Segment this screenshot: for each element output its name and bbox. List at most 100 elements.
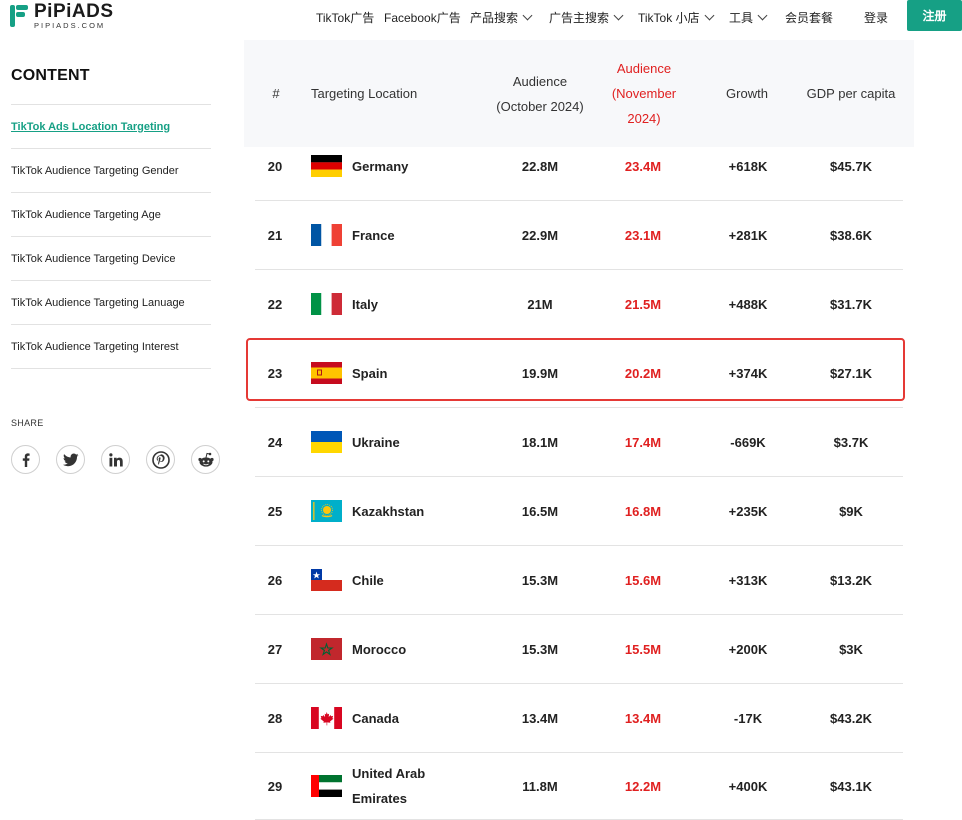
twitter-icon (62, 453, 78, 466)
france-flag-icon (311, 224, 342, 246)
germany-flag-icon (311, 155, 342, 177)
flag-cell (311, 408, 345, 476)
rank-cell: 26 (267, 572, 283, 588)
audience-october-cell: 15.3M (521, 572, 559, 588)
country-cell: Canada (352, 684, 482, 752)
country-name: France (352, 227, 395, 243)
sidebar-item[interactable]: TikTok Ads Location Targeting (11, 105, 211, 149)
logo-mark-icon (10, 3, 30, 29)
gdp-cell: $9K (839, 503, 863, 519)
sidebar-item[interactable]: TikTok Audience Targeting Age (11, 193, 211, 237)
growth-cell: +618K (728, 158, 768, 174)
growth-cell: +488K (728, 296, 768, 312)
rank-cell: 27 (267, 641, 283, 657)
flag-cell (311, 753, 345, 819)
italy-flag-icon (311, 293, 342, 315)
nav-item[interactable]: 广告主搜索 (549, 9, 624, 26)
nav-item[interactable]: 产品搜索 (470, 9, 533, 26)
audience-october-cell: 15.3M (521, 641, 559, 657)
sidebar-item[interactable]: TikTok Audience Targeting Lanuage (11, 281, 211, 325)
column-header-audience-october: Audience (October 2024) (484, 40, 596, 147)
country-name: Chile (352, 572, 384, 588)
reddit-share-button[interactable] (191, 445, 220, 474)
audience-october-cell: 22.9M (521, 227, 559, 243)
growth-cell: +281K (728, 227, 768, 243)
pinterest-icon (151, 450, 170, 469)
flag-cell (311, 615, 345, 683)
chevron-down-icon (757, 10, 768, 20)
country-cell: Germany (352, 132, 482, 200)
uae-flag-icon (311, 775, 342, 797)
flag-cell (311, 132, 345, 200)
country-name: Germany (352, 158, 409, 174)
column-header-location: Targeting Location (311, 86, 418, 101)
nav-item-label: 登录 (864, 10, 889, 25)
nav-item-label: 广告主搜索 (549, 10, 610, 25)
sidebar-title: CONTENT (11, 67, 90, 84)
linkedin-icon (108, 452, 123, 466)
table-row: 29 United Arab Emirates 11.8M 12.2M +400K $43.… (255, 753, 903, 820)
header-audience-text: Audience (512, 73, 568, 89)
table-row: 24 Ukraine 18.1M 17.4M -669K $3.7K (255, 408, 903, 477)
header-october-text: (October 2024) (496, 98, 584, 114)
country-name: Italy (352, 296, 379, 312)
kazakhstan-flag-icon (311, 500, 342, 522)
table-row: 27 Morocco 15.3M 15.5M +200K $3K (255, 615, 903, 684)
nav-item-label: Facebook广告 (384, 10, 461, 25)
nav-item-label: TikTok 小店 (638, 10, 700, 25)
sidebar-item[interactable]: TikTok Audience Targeting Interest (11, 325, 211, 369)
gdp-cell: $45.7K (830, 158, 872, 174)
country-cell: Italy (352, 270, 482, 338)
table-of-contents: TikTok Ads Location Targeting TikTok Audi… (11, 104, 211, 369)
nav-item[interactable]: 登录 (864, 9, 888, 26)
audience-october-cell: 21M (527, 296, 553, 312)
nav-item[interactable]: TikTok广告 (316, 9, 374, 26)
column-header-audience-november: Audience (November 2024) (594, 40, 694, 147)
share-label: SHARE (11, 418, 44, 428)
table-row: 20 Germany 22.8M 23.4M +618K $45.7K (255, 132, 903, 201)
gdp-cell: $43.1K (830, 778, 872, 794)
chevron-down-icon (704, 10, 715, 20)
country-name-line: Emirates (352, 791, 407, 806)
nav-item-label: 工具 (729, 10, 754, 25)
chile-flag-icon (311, 569, 342, 591)
rank-cell: 21 (267, 227, 283, 243)
audience-october-cell: 13.4M (521, 710, 559, 726)
growth-cell: +400K (728, 778, 768, 794)
nav-item[interactable]: TikTok 小店 (638, 9, 715, 26)
growth-cell: -17K (733, 710, 763, 726)
audience-october-cell: 22.8M (521, 158, 559, 174)
rank-cell: 20 (267, 158, 283, 174)
nav-item[interactable]: 会员套餐 (785, 9, 833, 26)
logo-subtext: PIPIADS.COM (34, 21, 106, 30)
table-row: 22 Italy 21M 21.5M +488K $31.7K (255, 270, 903, 339)
table-row: 25 Kazakhstan 16.5M 16.8M +235K $9K (255, 477, 903, 546)
rank-cell: 22 (267, 296, 283, 312)
linkedin-share-button[interactable] (101, 445, 130, 474)
column-header-gdp: GDP per capita (806, 86, 896, 101)
chevron-down-icon (522, 10, 533, 20)
gdp-cell: $13.2K (830, 572, 872, 588)
country-name: Morocco (352, 641, 407, 657)
column-header-growth: Growth (726, 86, 768, 101)
ukraine-flag-icon (311, 431, 342, 453)
growth-cell: +200K (728, 641, 768, 657)
growth-cell: -669K (730, 434, 766, 450)
pipiads-logo[interactable]: PiPiADS PIPIADS.COM (10, 2, 114, 30)
nav-item[interactable]: Facebook广告 (384, 9, 461, 26)
top-navigation-bar: PiPiADS PIPIADS.COM TikTok广告 Facebook广告 产品… (0, 0, 962, 34)
nav-item[interactable]: 工具 (729, 9, 768, 26)
table-row: 28 Canada 13.4M 13.4M -17K $43.2K (255, 684, 903, 753)
column-header-rank: # (272, 86, 280, 101)
sidebar-item[interactable]: TikTok Audience Targeting Gender (11, 149, 211, 193)
sidebar-item[interactable]: TikTok Audience Targeting Device (11, 237, 211, 281)
flag-cell (311, 270, 345, 338)
facebook-share-button[interactable] (11, 445, 40, 474)
rank-cell: 25 (267, 503, 283, 519)
country-cell: France (352, 201, 482, 269)
growth-cell: +235K (728, 503, 768, 519)
twitter-share-button[interactable] (56, 445, 85, 474)
register-button[interactable]: 注册 (907, 0, 962, 31)
pinterest-share-button[interactable] (146, 445, 175, 474)
table-row: 21 France 22.9M 23.1M +281K $38.6K (255, 201, 903, 270)
